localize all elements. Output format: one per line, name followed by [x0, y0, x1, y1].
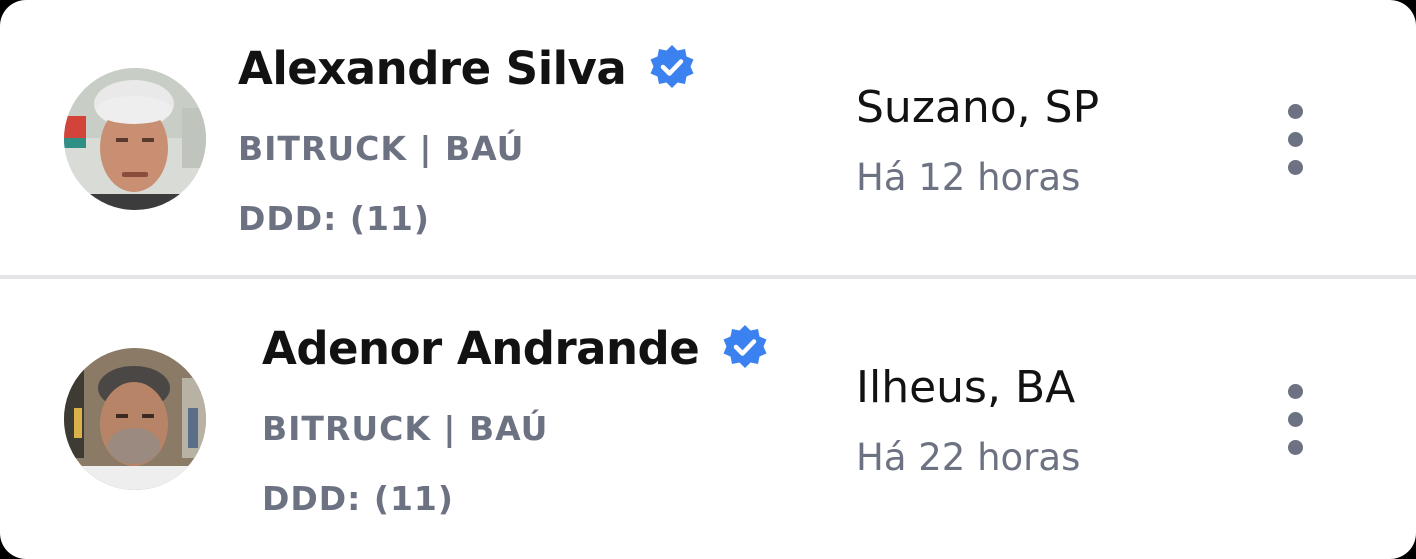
- contact-row[interactable]: Adenor Andrande BITRUCK | BAÚ DDD: (11) …: [0, 280, 1416, 556]
- ddd-label: DDD: (11): [262, 479, 454, 518]
- avatar[interactable]: [64, 68, 206, 210]
- row-divider: [0, 275, 1416, 279]
- more-vertical-icon[interactable]: [1276, 380, 1316, 468]
- contact-list-card: Alexandre Silva BITRUCK | BAÚ DDD: (11) …: [0, 0, 1416, 559]
- contact-name[interactable]: Adenor Andrande: [262, 322, 700, 375]
- ddd-label: DDD: (11): [238, 199, 430, 238]
- contact-name[interactable]: Alexandre Silva: [238, 42, 627, 95]
- time-ago-label: Há 12 horas: [856, 156, 1081, 199]
- contact-row[interactable]: Alexandre Silva BITRUCK | BAÚ DDD: (11) …: [0, 0, 1416, 276]
- vehicle-type: BITRUCK | BAÚ: [238, 129, 525, 168]
- name-line: Adenor Andrande: [262, 322, 771, 375]
- city-label: Suzano, SP: [856, 82, 1100, 133]
- verified-badge-icon: [719, 323, 771, 375]
- more-vertical-icon[interactable]: [1276, 100, 1316, 188]
- city-label: Ilheus, BA: [856, 362, 1076, 413]
- avatar[interactable]: [64, 348, 206, 490]
- name-line: Alexandre Silva: [238, 42, 698, 95]
- vehicle-type: BITRUCK | BAÚ: [262, 409, 549, 448]
- time-ago-label: Há 22 horas: [856, 436, 1081, 479]
- verified-badge-icon: [646, 43, 698, 95]
